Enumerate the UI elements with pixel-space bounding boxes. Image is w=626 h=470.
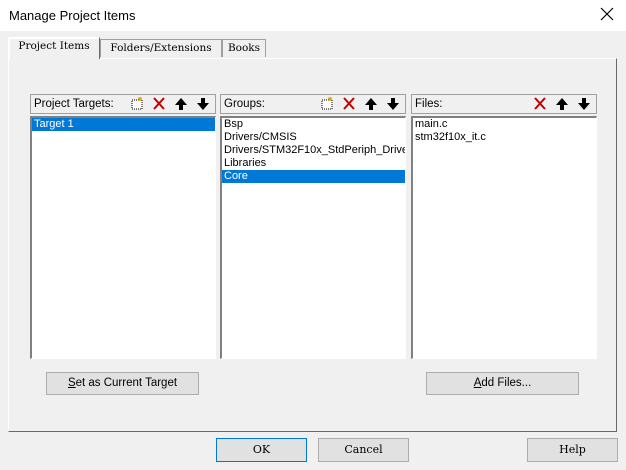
list-item[interactable]: Core — [222, 170, 405, 183]
window-title: Manage Project Items — [9, 8, 136, 23]
list-item[interactable]: main.c — [413, 118, 596, 131]
groups-list[interactable]: Bsp Drivers/CMSIS Drivers/STM32F10x_StdP… — [220, 116, 406, 359]
groups-label: Groups: — [224, 98, 265, 110]
files-list[interactable]: main.c stm32f10x_it.c — [411, 116, 597, 359]
move-up-icon[interactable] — [362, 96, 380, 112]
files-header: Files: — [411, 94, 597, 114]
title-bar: Manage Project Items — [0, 0, 626, 31]
list-item[interactable]: Target 1 — [32, 118, 215, 131]
targets-list[interactable]: Target 1 — [30, 116, 216, 359]
new-item-icon[interactable] — [318, 96, 336, 112]
add-files-label: dd Files... — [481, 377, 532, 389]
tab-books[interactable]: Books — [222, 39, 266, 57]
list-item[interactable]: Drivers/STM32F10x_StdPeriph_Driver — [222, 144, 405, 157]
delete-icon[interactable] — [150, 96, 168, 112]
move-down-icon[interactable] — [194, 96, 212, 112]
move-up-icon[interactable] — [172, 96, 190, 112]
targets-header: Project Targets: — [30, 94, 216, 114]
files-label: Files: — [415, 98, 443, 110]
list-item[interactable]: Bsp — [222, 118, 405, 131]
delete-icon[interactable] — [340, 96, 358, 112]
move-down-icon[interactable] — [384, 96, 402, 112]
add-files-button[interactable]: Add Files... — [426, 372, 579, 395]
set-target-mnemonic: S — [67, 377, 76, 389]
delete-icon[interactable] — [531, 96, 549, 112]
tab-project-items[interactable]: Project Items — [8, 37, 100, 59]
set-target-label: et as Current Target — [75, 377, 178, 389]
set-current-target-button[interactable]: Set as Current Target — [46, 372, 199, 395]
list-item[interactable]: Libraries — [222, 157, 405, 170]
cancel-button[interactable]: Cancel — [318, 438, 409, 462]
close-icon[interactable] — [598, 5, 616, 23]
move-up-icon[interactable] — [553, 96, 571, 112]
tab-strip: Project Items Folders/Extensions Books — [8, 37, 618, 59]
ok-button[interactable]: OK — [216, 438, 307, 462]
move-down-icon[interactable] — [575, 96, 593, 112]
tab-folders-extensions[interactable]: Folders/Extensions — [100, 39, 222, 57]
new-item-icon[interactable] — [128, 96, 146, 112]
groups-header: Groups: — [220, 94, 406, 114]
list-item[interactable]: Drivers/CMSIS — [222, 131, 405, 144]
targets-label: Project Targets: — [34, 98, 114, 110]
help-button[interactable]: Help — [527, 438, 618, 462]
list-item[interactable]: stm32f10x_it.c — [413, 131, 596, 144]
